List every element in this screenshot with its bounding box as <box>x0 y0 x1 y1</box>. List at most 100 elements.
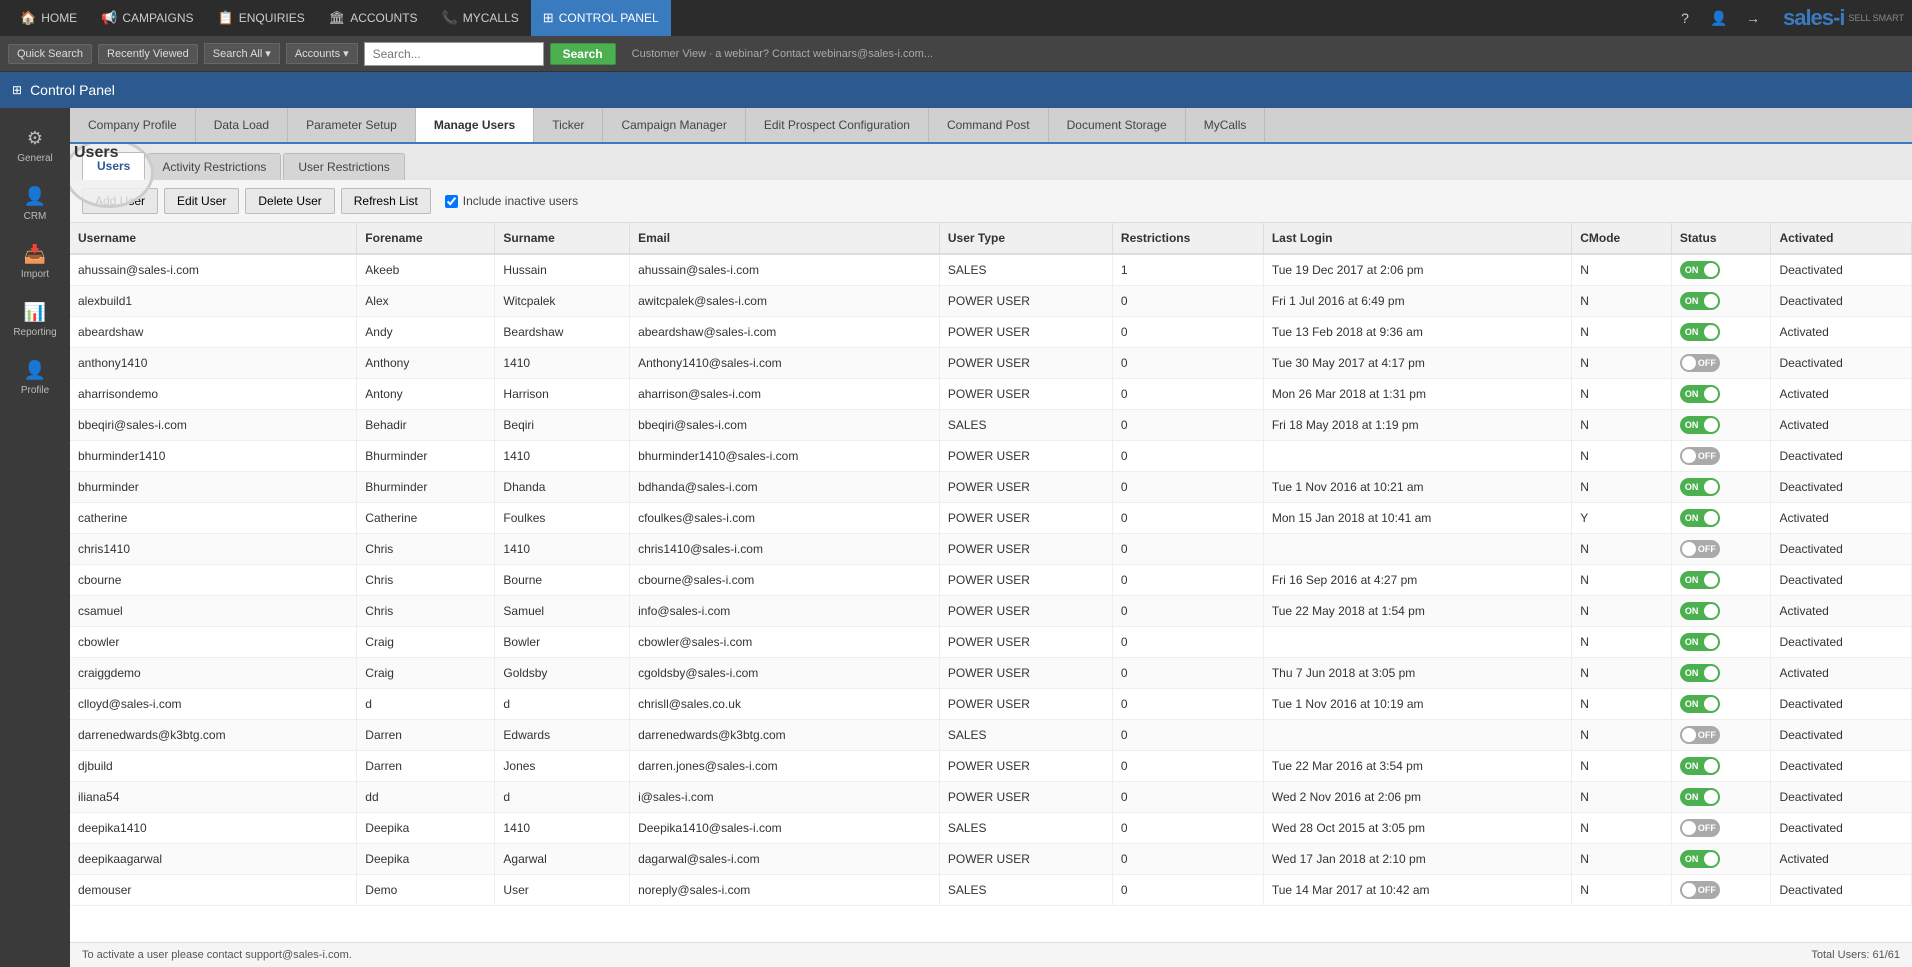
status-toggle[interactable]: ON <box>1680 664 1720 682</box>
tab-document-storage[interactable]: Document Storage <box>1049 108 1186 142</box>
quick-search-button[interactable]: Quick Search <box>8 44 92 64</box>
status-toggle[interactable]: ON <box>1680 695 1720 713</box>
recently-viewed-button[interactable]: Recently Viewed <box>98 44 198 64</box>
cell-lastlogin: Fri 16 Sep 2016 at 4:27 pm <box>1263 565 1571 596</box>
col-username: Username <box>70 223 357 254</box>
status-toggle[interactable]: ON <box>1680 850 1720 868</box>
subtab-user-restrictions[interactable]: User Restrictions <box>283 153 404 180</box>
cell-restrictions: 0 <box>1112 317 1263 348</box>
table-row[interactable]: djbuild Darren Jones darren.jones@sales-… <box>70 751 1912 782</box>
tab-manage-users[interactable]: Manage Users <box>416 108 534 144</box>
nav-item-home[interactable]: 🏠 HOME <box>8 0 89 36</box>
cell-cmode: N <box>1572 410 1672 441</box>
user-icon[interactable]: 👤 <box>1705 4 1733 32</box>
tab-company-profile[interactable]: Company Profile <box>70 108 196 142</box>
status-toggle[interactable]: ON <box>1680 602 1720 620</box>
cell-status: ON <box>1671 627 1771 658</box>
sidebar-item-import[interactable]: 📥 Import <box>0 234 70 290</box>
table-row[interactable]: bhurminder1410 Bhurminder 1410 bhurminde… <box>70 441 1912 472</box>
sidebar-item-general[interactable]: ⚙ General <box>0 118 70 174</box>
table-row[interactable]: abeardshaw Andy Beardshaw abeardshaw@sal… <box>70 317 1912 348</box>
arrow-icon[interactable]: → <box>1739 4 1767 32</box>
table-row[interactable]: cbowler Craig Bowler cbowler@sales-i.com… <box>70 627 1912 658</box>
cell-status: OFF <box>1671 875 1771 906</box>
accounts-dropdown[interactable]: Accounts ▾ <box>286 43 358 64</box>
table-row[interactable]: craiggdemo Craig Goldsby cgoldsby@sales-… <box>70 658 1912 689</box>
status-toggle[interactable]: ON <box>1680 788 1720 806</box>
table-row[interactable]: aharrisondemo Antony Harrison aharrison@… <box>70 379 1912 410</box>
main-tabs: Company Profile Data Load Parameter Setu… <box>70 108 1912 144</box>
search-button[interactable]: Search <box>550 43 616 65</box>
status-toggle[interactable]: OFF <box>1680 447 1720 465</box>
sidebar-label-general: General <box>17 153 53 164</box>
status-toggle[interactable]: ON <box>1680 261 1720 279</box>
table-row[interactable]: csamuel Chris Samuel info@sales-i.com PO… <box>70 596 1912 627</box>
status-toggle[interactable]: ON <box>1680 478 1720 496</box>
status-toggle[interactable]: ON <box>1680 509 1720 527</box>
status-toggle[interactable]: ON <box>1680 323 1720 341</box>
cell-restrictions: 0 <box>1112 565 1263 596</box>
sidebar-item-reporting[interactable]: 📊 Reporting <box>0 292 70 348</box>
status-toggle[interactable]: ON <box>1680 571 1720 589</box>
search-all-dropdown[interactable]: Search All ▾ <box>204 43 280 64</box>
status-toggle[interactable]: ON <box>1680 757 1720 775</box>
table-row[interactable]: clloyd@sales-i.com d d chrisll@sales.co.… <box>70 689 1912 720</box>
table-row[interactable]: anthony1410 Anthony 1410 Anthony1410@sal… <box>70 348 1912 379</box>
cell-cmode: N <box>1572 658 1672 689</box>
status-toggle[interactable]: ON <box>1680 292 1720 310</box>
nav-item-enquiries[interactable]: 📋 ENQUIRIES <box>206 0 317 36</box>
status-toggle[interactable]: OFF <box>1680 881 1720 899</box>
table-row[interactable]: darrenedwards@k3btg.com Darren Edwards d… <box>70 720 1912 751</box>
status-toggle[interactable]: ON <box>1680 385 1720 403</box>
status-toggle[interactable]: OFF <box>1680 540 1720 558</box>
status-toggle[interactable]: OFF <box>1680 354 1720 372</box>
include-inactive-checkbox[interactable] <box>445 195 458 208</box>
cell-status: ON <box>1671 782 1771 813</box>
nav-item-campaigns[interactable]: 📢 CAMPAIGNS <box>89 0 205 36</box>
nav-item-accounts[interactable]: 🏛 ACCOUNTS <box>317 0 430 36</box>
table-row[interactable]: catherine Catherine Foulkes cfoulkes@sal… <box>70 503 1912 534</box>
status-toggle[interactable]: OFF <box>1680 726 1720 744</box>
status-toggle[interactable]: ON <box>1680 633 1720 651</box>
help-icon[interactable]: ? <box>1671 4 1699 32</box>
tab-campaign-manager[interactable]: Campaign Manager <box>603 108 745 142</box>
subtab-activity-restrictions[interactable]: Activity Restrictions <box>147 153 281 180</box>
nav-item-mycalls[interactable]: 📞 MYCALLS <box>430 0 531 36</box>
table-row[interactable]: cbourne Chris Bourne cbourne@sales-i.com… <box>70 565 1912 596</box>
status-toggle[interactable]: ON <box>1680 416 1720 434</box>
tab-mycalls[interactable]: MyCalls <box>1186 108 1266 142</box>
profile-icon: 👤 <box>24 360 46 381</box>
table-row[interactable]: iliana54 dd d i@sales-i.com POWER USER 0… <box>70 782 1912 813</box>
tab-edit-prospect[interactable]: Edit Prospect Configuration <box>746 108 929 142</box>
table-row[interactable]: ahussain@sales-i.com Akeeb Hussain ahuss… <box>70 254 1912 286</box>
tab-command-post[interactable]: Command Post <box>929 108 1049 142</box>
add-user-button[interactable]: Add User <box>82 188 158 214</box>
sidebar-item-profile[interactable]: 👤 Profile <box>0 350 70 406</box>
table-row[interactable]: demouser Demo User noreply@sales-i.com S… <box>70 875 1912 906</box>
subtab-users[interactable]: Users <box>82 152 145 180</box>
cell-usertype: SALES <box>939 410 1112 441</box>
users-table-container: Username Forename Surname Email User Typ… <box>70 223 1912 942</box>
cell-usertype: POWER USER <box>939 534 1112 565</box>
refresh-list-button[interactable]: Refresh List <box>341 188 431 214</box>
search-input[interactable] <box>364 42 544 66</box>
cell-usertype: SALES <box>939 720 1112 751</box>
cell-usertype: POWER USER <box>939 596 1112 627</box>
status-toggle[interactable]: OFF <box>1680 819 1720 837</box>
table-row[interactable]: bhurminder Bhurminder Dhanda bdhanda@sal… <box>70 472 1912 503</box>
sidebar-item-crm[interactable]: 👤 CRM <box>0 176 70 232</box>
edit-user-button[interactable]: Edit User <box>164 188 239 214</box>
nav-item-controlpanel[interactable]: ⊞ CONTROL PANEL <box>531 0 671 36</box>
delete-user-button[interactable]: Delete User <box>245 188 334 214</box>
table-row[interactable]: deepika1410 Deepika 1410 Deepika1410@sal… <box>70 813 1912 844</box>
tab-parameter-setup[interactable]: Parameter Setup <box>288 108 416 142</box>
cell-cmode: N <box>1572 844 1672 875</box>
table-row[interactable]: bbeqiri@sales-i.com Behadir Beqiri bbeqi… <box>70 410 1912 441</box>
tab-data-load[interactable]: Data Load <box>196 108 288 142</box>
cell-activated: Deactivated <box>1771 751 1912 782</box>
table-row[interactable]: deepikaagarwal Deepika Agarwal dagarwal@… <box>70 844 1912 875</box>
table-row[interactable]: chris1410 Chris 1410 chris1410@sales-i.c… <box>70 534 1912 565</box>
tab-ticker[interactable]: Ticker <box>534 108 603 142</box>
table-row[interactable]: alexbuild1 Alex Witcpalek awitcpalek@sal… <box>70 286 1912 317</box>
cell-surname: Hussain <box>495 254 630 286</box>
